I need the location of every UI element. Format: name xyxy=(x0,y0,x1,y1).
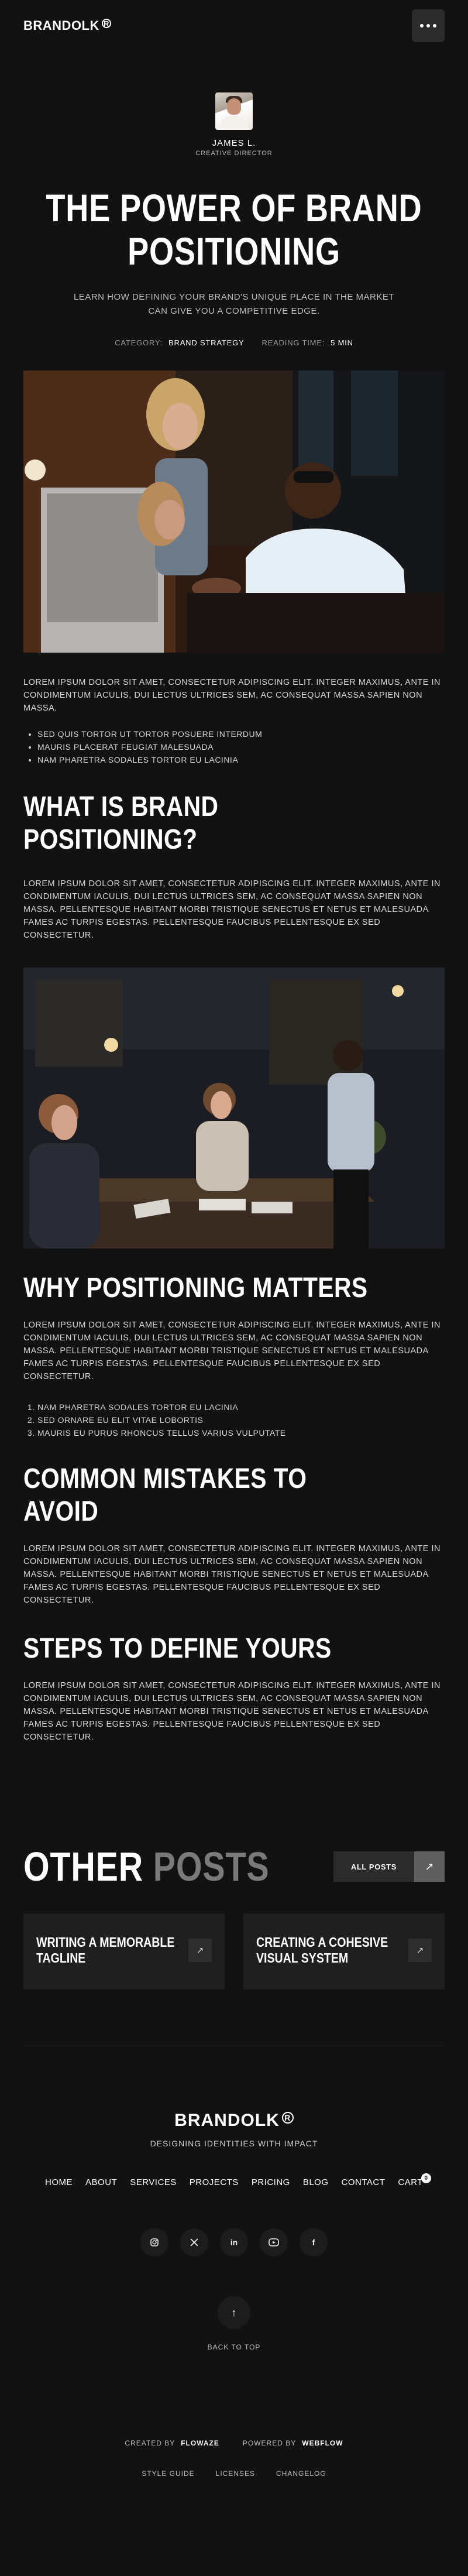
category-value[interactable]: BRAND STRATEGY xyxy=(168,338,244,347)
style-guide-link[interactable]: STYLE GUIDE xyxy=(142,2469,194,2478)
reading-time-value: 5 MIN xyxy=(331,338,353,347)
section-paragraph: LOREM IPSUM DOLOR SIT AMET, CONSECTETUR … xyxy=(23,1320,441,1381)
reading-time-label: READING TIME: xyxy=(261,338,325,347)
arrow-up-right-icon: ↗ xyxy=(408,1939,432,1962)
back-to-top-label[interactable]: BACK TO TOP xyxy=(0,2343,468,2351)
instagram-icon[interactable] xyxy=(140,2228,168,2256)
credit-powered-by: POWERED BY WEBFLOW xyxy=(243,2439,343,2447)
more-dots-icon xyxy=(420,24,424,28)
created-by-label: CREATED BY xyxy=(125,2439,176,2447)
meta-reading-time: READING TIME: 5 MIN xyxy=(261,338,353,347)
site-footer: BRANDOLK R DESIGNING IDENTITIES WITH IMP… xyxy=(0,2111,468,2478)
post-card[interactable]: WRITING A MEMORABLE TAGLINE ↗ xyxy=(23,1913,225,1990)
section-paragraph: LOREM IPSUM DOLOR SIT AMET, CONSECTETUR … xyxy=(23,1681,441,1742)
facebook-icon[interactable]: f xyxy=(300,2228,328,2256)
list-item: NAM PHARETRA SODALES TORTOR EU LACINIA xyxy=(37,753,445,766)
other-posts-title-b: POSTS xyxy=(153,1844,270,1889)
brand-logo-text: BRANDOLK xyxy=(23,18,99,33)
site-header: BRANDOLK R xyxy=(0,0,468,52)
arrow-up-icon: ↑ xyxy=(231,2306,237,2318)
article-lede: LEARN HOW DEFINING YOUR BRAND'S UNIQUE P… xyxy=(73,292,395,316)
section-paragraph: LOREM IPSUM DOLOR SIT AMET, CONSECTETUR … xyxy=(23,1544,441,1605)
page-title: THE POWER OF BRAND POSITIONING xyxy=(42,186,426,273)
other-posts-title-a: OTHER xyxy=(23,1844,143,1889)
more-dots-icon xyxy=(426,24,430,28)
section-heading: COMMON MISTAKES TO AVOID xyxy=(23,1463,307,1527)
post-card-title: WRITING A MEMORABLE TAGLINE xyxy=(36,1934,175,1966)
list-item: MAURIS PLACERAT FEUGIAT MALESUADA xyxy=(37,740,445,753)
list-item: NAM PHARETRA SODALES TORTOR EU LACINIA xyxy=(37,1401,445,1414)
brand-logo[interactable]: BRANDOLK R xyxy=(23,18,111,33)
footer-nav-projects[interactable]: PROJECTS xyxy=(190,2177,239,2187)
cart-link[interactable]: CART 0 xyxy=(398,2173,431,2187)
changelog-link[interactable]: CHANGELOG xyxy=(276,2469,326,2478)
category-label: CATEGORY: xyxy=(115,338,163,347)
all-posts-button[interactable]: ALL POSTS ↗ xyxy=(333,1851,445,1882)
list-item: MAURIS EU PURUS RHONCUS TELLUS VARIUS VU… xyxy=(37,1426,445,1439)
arrow-up-right-icon: ↗ xyxy=(414,1851,445,1882)
article-meta: CATEGORY: BRAND STRATEGY READING TIME: 5 M… xyxy=(0,338,468,347)
footer-nav-about[interactable]: ABOUT xyxy=(85,2177,117,2187)
page: BRANDOLK R JAMES L. CREATIVE DIRECTOR TH… xyxy=(0,0,468,2576)
more-dots-icon xyxy=(433,24,436,28)
author-block: JAMES L. CREATIVE DIRECTOR xyxy=(0,92,468,157)
other-posts-header: OTHER POSTS ALL POSTS ↗ xyxy=(23,1843,445,1890)
arrow-up-right-icon: ↗ xyxy=(188,1939,212,1962)
powered-by-link[interactable]: WEBFLOW xyxy=(302,2439,343,2447)
social-links: in f xyxy=(0,2228,468,2256)
footer-logo-text: BRANDOLK xyxy=(174,2111,280,2130)
meeting-image xyxy=(23,968,445,1248)
menu-button[interactable] xyxy=(412,9,445,42)
footer-legal-links: STYLE GUIDE LICENSES CHANGELOG xyxy=(0,2469,468,2478)
section-heading: WHY POSITIONING MATTERS xyxy=(23,1272,368,1304)
all-posts-label: ALL POSTS xyxy=(333,1851,414,1882)
created-by-link[interactable]: FLOWAZE xyxy=(181,2439,219,2447)
section-heading: WHAT IS BRAND POSITIONING? xyxy=(23,791,219,855)
author-name: JAMES L. xyxy=(212,138,256,148)
meeting-image-illustration xyxy=(23,968,445,1248)
page-title-line: POSITIONING xyxy=(128,229,340,273)
cart-count-badge: 0 xyxy=(421,2173,431,2183)
cart-label: CART xyxy=(398,2177,423,2187)
post-card-title: CREATING A COHESIVE VISUAL SYSTEM xyxy=(256,1934,388,1966)
page-title-line: THE POWER OF BRAND xyxy=(46,186,422,229)
numbered-list: NAM PHARETRA SODALES TORTOR EU LACINIA S… xyxy=(37,1401,445,1439)
footer-nav-services[interactable]: SERVICES xyxy=(130,2177,177,2187)
x-icon[interactable] xyxy=(180,2228,208,2256)
licenses-link[interactable]: LICENSES xyxy=(216,2469,255,2478)
post-card[interactable]: CREATING A COHESIVE VISUAL SYSTEM ↗ xyxy=(243,1913,445,1990)
footer-nav-contact[interactable]: CONTACT xyxy=(342,2177,386,2187)
bullet-list: SED QUIS TORTOR UT TORTOR POSUERE INTERD… xyxy=(37,728,445,766)
youtube-icon[interactable] xyxy=(260,2228,288,2256)
list-item: SED QUIS TORTOR UT TORTOR POSUERE INTERD… xyxy=(37,728,445,740)
credit-created-by: CREATED BY FLOWAZE xyxy=(125,2439,219,2447)
hero-image xyxy=(23,371,445,653)
footer-nav-blog[interactable]: BLOG xyxy=(303,2177,329,2187)
registered-mark-icon: R xyxy=(281,2112,294,2124)
footer-tagline: DESIGNING IDENTITIES WITH IMPACT xyxy=(150,2139,318,2148)
registered-mark-icon: R xyxy=(101,19,111,28)
footer-nav-pricing[interactable]: PRICING xyxy=(252,2177,290,2187)
hero-image-illustration xyxy=(23,371,445,653)
footer-nav-home[interactable]: HOME xyxy=(45,2177,73,2187)
other-posts-section: OTHER POSTS ALL POSTS ↗ WRITING A MEMORA… xyxy=(0,1843,468,1990)
back-to-top-button[interactable]: ↑ xyxy=(218,2296,250,2329)
list-item: SED ORNARE EU ELIT VITAE LOBORTIS xyxy=(37,1414,445,1426)
footer-logo[interactable]: BRANDOLK R xyxy=(0,2111,468,2131)
author-role: CREATIVE DIRECTOR xyxy=(195,150,273,157)
intro-paragraph: LOREM IPSUM DOLOR SIT AMET, CONSECTETUR … xyxy=(23,678,441,713)
linkedin-icon[interactable]: in xyxy=(220,2228,248,2256)
other-posts-title: OTHER POSTS xyxy=(23,1843,269,1890)
avatar xyxy=(215,92,253,130)
footer-credits: CREATED BY FLOWAZE POWERED BY WEBFLOW xyxy=(0,2439,468,2447)
footer-nav: HOME ABOUT SERVICES PROJECTS PRICING BLO… xyxy=(0,2173,468,2187)
meta-category: CATEGORY: BRAND STRATEGY xyxy=(115,338,244,347)
section-paragraph: LOREM IPSUM DOLOR SIT AMET, CONSECTETUR … xyxy=(23,879,441,940)
section-heading: STEPS TO DEFINE YOURS xyxy=(23,1633,332,1664)
post-cards: WRITING A MEMORABLE TAGLINE ↗ CREATING A… xyxy=(23,1913,445,1990)
powered-by-label: POWERED BY xyxy=(242,2439,297,2447)
